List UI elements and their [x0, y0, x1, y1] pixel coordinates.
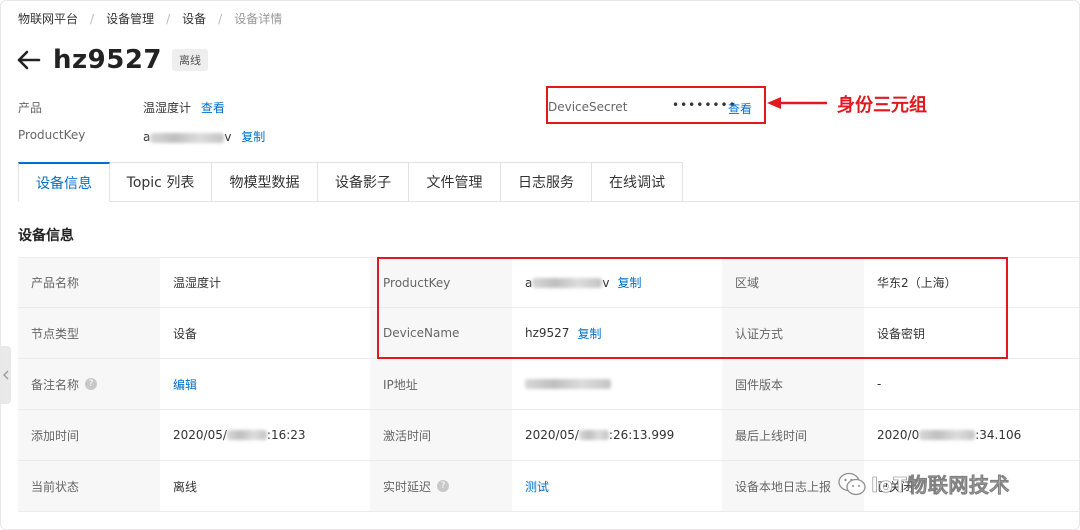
realtime-latency-label: 实时延迟 ? — [370, 461, 512, 511]
chevron-left-icon — [3, 370, 9, 380]
masked-text — [226, 430, 267, 440]
ip-address-value — [512, 359, 722, 409]
watermark-text: IoT物联网技术 — [871, 473, 1010, 498]
view-secret-link[interactable]: 查看 — [728, 100, 752, 117]
last-online-time-value: 2020/0 :34.106 — [864, 410, 1079, 460]
node-type-label: 节点类型 — [18, 308, 160, 358]
realtime-latency-label-text: 实时延迟 — [383, 479, 432, 494]
sidebar-collapse-handle[interactable] — [1, 346, 11, 404]
added-time-label: 添加时间 — [18, 410, 160, 460]
masked-text — [578, 430, 609, 440]
masked-text — [150, 132, 225, 143]
watermark: IoT物联网技术 — [837, 469, 1010, 498]
annotation-label: 身份三元组 — [837, 95, 927, 116]
productkey-suffix: v — [224, 130, 232, 144]
identity-triple-highlight — [377, 257, 1008, 359]
activated-time-value: 2020/05/ :26:13.999 — [512, 410, 722, 460]
firmware-version-value: - — [864, 359, 1079, 409]
tab-online-debug[interactable]: 在线调试 — [592, 162, 683, 202]
test-latency-link[interactable]: 测试 — [525, 478, 549, 495]
productkey-value: a v 复制 — [143, 128, 265, 145]
breadcrumb-iot-platform[interactable]: 物联网平台 — [18, 10, 78, 27]
masked-text — [919, 430, 976, 440]
product-name-value: 温湿度计 — [160, 258, 370, 307]
breadcrumb-separator: / — [218, 11, 223, 26]
tab-topic-list[interactable]: Topic 列表 — [110, 162, 212, 202]
added-time-value: 2020/05/ :16:23 — [160, 410, 370, 460]
device-detail-page: 物联网平台 / 设备管理 / 设备 / 设备详情 hz9527 离线 产品 温湿… — [0, 0, 1080, 530]
product-value: 温湿度计 查看 — [143, 99, 225, 116]
firmware-version-label: 固件版本 — [722, 359, 864, 409]
section-title: 设备信息 — [18, 228, 74, 244]
breadcrumb-separator: / — [166, 11, 171, 26]
remark-name-value: 编辑 — [160, 359, 370, 409]
view-product-link[interactable]: 查看 — [201, 101, 225, 115]
ip-address-label: IP地址 — [370, 359, 512, 409]
annotation-arrow-icon — [767, 97, 827, 109]
tab-thing-model-data[interactable]: 物模型数据 — [212, 162, 318, 202]
table-row: 添加时间 2020/05/ :16:23 激活时间 2020/05/ :26:13.… — [18, 410, 1079, 461]
remark-name-label-text: 备注名称 — [31, 377, 80, 392]
activated-time-label: 激活时间 — [370, 410, 512, 460]
title-row: hz9527 离线 — [16, 45, 209, 75]
added-time-suffix: :16:23 — [266, 428, 306, 442]
breadcrumb-separator: / — [90, 11, 95, 26]
device-secret-label: DeviceSecret — [548, 100, 628, 114]
back-arrow-icon[interactable] — [16, 45, 42, 75]
copy-productkey-link[interactable]: 复制 — [241, 130, 265, 144]
tab-device-shadow[interactable]: 设备影子 — [318, 162, 409, 202]
breadcrumb-device-detail: 设备详情 — [234, 12, 283, 26]
productkey-label: ProductKey — [18, 128, 86, 142]
help-icon[interactable]: ? — [437, 480, 450, 492]
activated-time-suffix: :26:13.999 — [608, 428, 675, 442]
last-online-time-label: 最后上线时间 — [722, 410, 864, 460]
product-label: 产品 — [18, 101, 43, 115]
status-badge: 离线 — [172, 49, 209, 71]
remark-name-label: 备注名称 ? — [18, 359, 160, 409]
tab-log-service[interactable]: 日志服务 — [501, 162, 592, 202]
last-online-time-suffix: :34.106 — [975, 428, 1022, 442]
wechat-logo-icon — [838, 472, 866, 495]
breadcrumb-device[interactable]: 设备 — [182, 10, 206, 27]
productkey-prefix: a — [143, 130, 151, 144]
page-title: hz9527 — [53, 45, 163, 75]
current-status-label: 当前状态 — [18, 461, 160, 511]
tab-file-management[interactable]: 文件管理 — [409, 162, 501, 202]
last-online-time-prefix: 2020/0 — [877, 428, 920, 442]
product-name: 温湿度计 — [143, 101, 192, 115]
device-secret-highlight: DeviceSecret •••••••• 查看 — [546, 86, 766, 124]
masked-text — [525, 379, 611, 389]
table-row: 备注名称 ? 编辑 IP地址 固件版本 - — [18, 359, 1079, 410]
activated-time-prefix: 2020/05/ — [525, 428, 579, 442]
tab-device-info[interactable]: 设备信息 — [18, 162, 110, 202]
realtime-latency-value: 测试 — [512, 461, 722, 511]
tab-bar: 设备信息 Topic 列表 物模型数据 设备影子 文件管理 日志服务 在线调试 — [18, 162, 683, 202]
device-secret-value: •••••••• — [672, 98, 737, 112]
node-type-value: 设备 — [160, 308, 370, 358]
added-time-prefix: 2020/05/ — [173, 428, 227, 442]
edit-remark-link[interactable]: 编辑 — [173, 376, 197, 393]
breadcrumb: 物联网平台 / 设备管理 / 设备 / 设备详情 — [18, 10, 282, 27]
help-icon[interactable]: ? — [85, 378, 98, 390]
breadcrumb-device-management[interactable]: 设备管理 — [106, 10, 154, 27]
product-name-label: 产品名称 — [18, 258, 160, 307]
current-status-value: 离线 — [160, 461, 370, 511]
